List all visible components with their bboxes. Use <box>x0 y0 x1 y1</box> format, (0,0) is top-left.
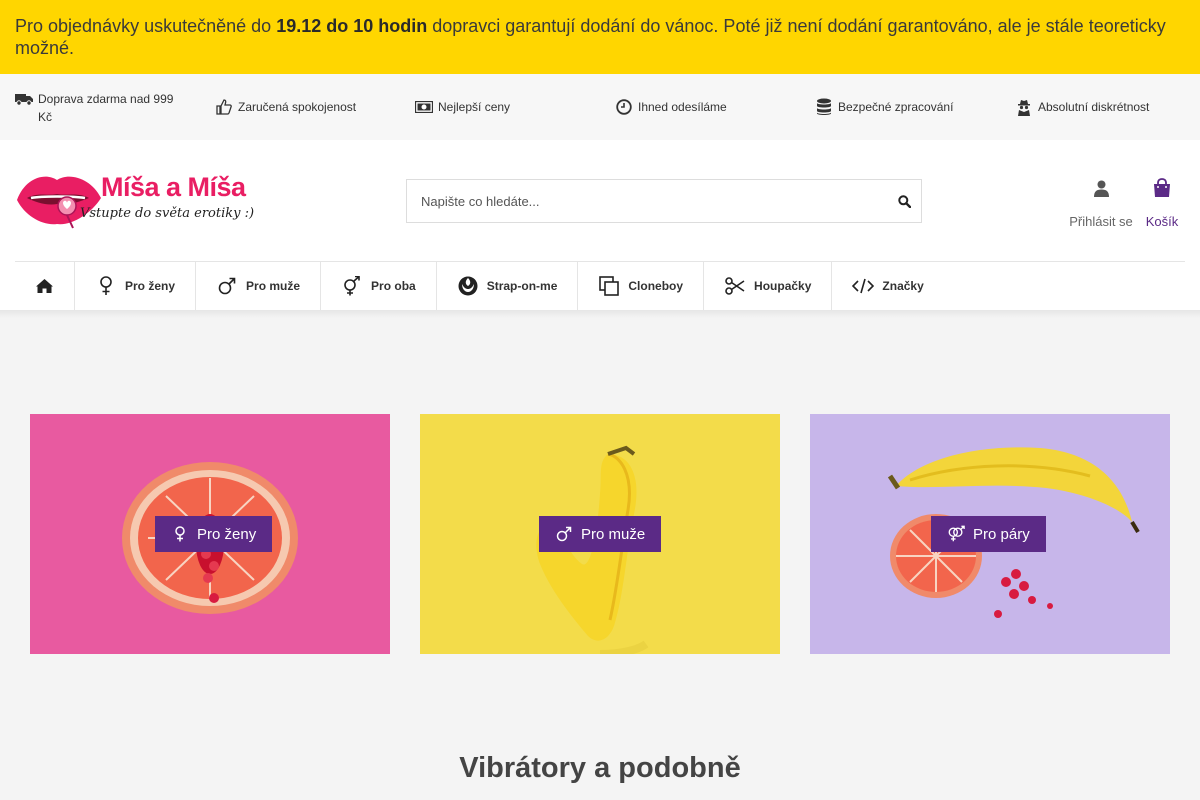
tile-label: Pro ženy <box>197 525 257 543</box>
clock-icon <box>615 98 633 116</box>
shopping-bag-icon <box>1142 176 1182 200</box>
user-icon <box>1066 176 1136 200</box>
user-secret-icon <box>1015 98 1033 116</box>
scissors-icon <box>724 275 746 297</box>
nav-item-houpacky[interactable]: Houpačky <box>704 262 833 310</box>
nav-label: Pro ženy <box>125 279 176 293</box>
female-icon <box>95 275 117 297</box>
announcement-bar: Pro objednávky uskutečněné do 19.12 do 1… <box>0 0 1200 74</box>
thumbs-up-icon <box>215 98 233 116</box>
cart-label: Košík <box>1145 214 1179 229</box>
nav-label: Cloneboy <box>628 279 684 293</box>
benefits-strip: Doprava zdarma nad 999 Kč Zaručená spoko… <box>0 74 1200 140</box>
nav-item-znacky[interactable]: Značky <box>832 262 943 310</box>
benefit-label: Bezpečné zpracování <box>838 100 954 114</box>
clone-icon <box>598 275 620 297</box>
search-box <box>406 179 922 223</box>
benefit-fast-shipping: Ihned odesíláme <box>615 98 778 116</box>
tile-label: Pro páry <box>973 525 1030 543</box>
code-icon <box>852 275 875 297</box>
database-icon <box>815 98 833 116</box>
tile-button[interactable]: Pro páry <box>931 516 1046 552</box>
search-icon[interactable] <box>895 192 913 210</box>
nav-label: Značky <box>882 279 924 293</box>
cart-button[interactable]: Košík <box>1142 176 1182 229</box>
benefit-label: Zaručená spokojenost <box>238 100 357 114</box>
nav-label: Strap-on-me <box>486 279 558 293</box>
male-icon <box>555 525 573 543</box>
female-icon <box>171 525 189 543</box>
nav-label: Pro oba <box>371 279 416 293</box>
truck-icon <box>15 90 33 108</box>
announcement-prefix: Pro objednávky uskutečněné do <box>15 16 277 36</box>
nav-label: Houpačky <box>754 279 812 293</box>
nav-item-pro-muze[interactable]: Pro muže <box>196 262 322 310</box>
main-navigation: Pro ženy Pro muže Pro oba Strap-on-me Cl… <box>15 261 1185 310</box>
benefit-label: Nejlepší ceny <box>438 100 511 114</box>
benefit-label: Absolutní diskrétnost <box>1038 100 1150 114</box>
login-button[interactable]: Přihlásit se <box>1066 176 1136 229</box>
benefit-satisfaction: Zaručená spokojenost <box>215 98 378 116</box>
male-icon <box>216 275 238 297</box>
category-tile-pro-zeny[interactable]: Pro ženy <box>30 414 390 654</box>
logo-tagline: Vstupte do světa erotiky :) <box>80 206 255 221</box>
category-tile-pro-pary[interactable]: Pro páry <box>810 414 1170 654</box>
announcement-deadline: 19.12 do 10 hodin <box>276 16 428 36</box>
nav-item-strap-on-me[interactable]: Strap-on-me <box>437 262 579 310</box>
genderless-icon <box>341 275 363 297</box>
money-icon <box>415 98 433 116</box>
benefit-secure-processing: Bezpečné zpracování <box>815 98 978 116</box>
login-label: Přihlásit se <box>1069 214 1133 229</box>
tile-button[interactable]: Pro ženy <box>155 516 273 552</box>
logo-title[interactable]: Míša a Míša <box>101 172 246 203</box>
nav-item-pro-zeny[interactable]: Pro ženy <box>75 262 197 310</box>
benefit-label: Ihned odesíláme <box>638 100 727 114</box>
section-title: Vibrátory a podobně <box>459 752 741 784</box>
benefit-best-prices: Nejlepší ceny <box>415 98 578 116</box>
benefit-label: Doprava zdarma nad 999 Kč <box>38 92 174 124</box>
nav-item-cloneboy[interactable]: Cloneboy <box>578 262 705 310</box>
mars-venus-icon <box>947 525 965 543</box>
nav-item-home[interactable] <box>15 262 75 310</box>
header-shadow <box>0 310 1200 318</box>
nav-label: Pro muže <box>246 279 301 293</box>
tile-label: Pro muže <box>581 525 646 543</box>
rebel-icon <box>457 275 479 297</box>
tile-button[interactable]: Pro muže <box>539 516 662 552</box>
benefit-discretion: Absolutní diskrétnost <box>1015 98 1178 116</box>
nav-item-pro-oba[interactable]: Pro oba <box>321 262 437 310</box>
home-icon <box>34 275 56 297</box>
search-input[interactable] <box>407 180 877 222</box>
category-tile-pro-muze[interactable]: Pro muže <box>420 414 780 654</box>
benefit-free-shipping: Doprava zdarma nad 999 Kč <box>15 90 178 126</box>
